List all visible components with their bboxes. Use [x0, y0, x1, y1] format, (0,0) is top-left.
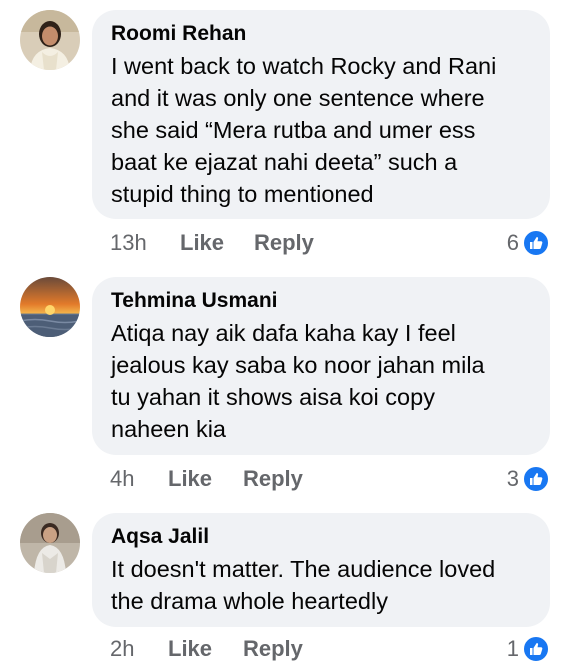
comment-text: Atiqa nay aik dafa kaha kay I feel jealo… — [111, 320, 485, 442]
thumbs-up-icon — [522, 465, 550, 493]
comment-author[interactable]: Aqsa Jalil — [111, 524, 532, 550]
reaction-summary[interactable]: 6 — [507, 226, 550, 260]
like-button[interactable]: Like — [168, 632, 243, 666]
comment-actions: 13h Like Reply — [110, 226, 314, 260]
reaction-summary[interactable]: 3 — [507, 462, 550, 496]
avatar[interactable] — [20, 10, 80, 70]
like-button[interactable]: Like — [180, 226, 254, 260]
sunset-avatar-photo — [20, 277, 80, 337]
like-button[interactable]: Like — [168, 462, 243, 496]
comment-bubble: Tehmina Usmani Atiqa nay aik dafa kaha k… — [92, 277, 550, 455]
comment-timestamp[interactable]: 13h — [110, 226, 180, 260]
reaction-count: 6 — [506, 230, 519, 255]
avatar[interactable] — [20, 513, 80, 573]
comment-text: I went back to watch Rocky and Rani and … — [111, 53, 497, 207]
comment-author[interactable]: Roomi Rehan — [111, 21, 532, 47]
reaction-count: 3 — [506, 466, 519, 491]
reaction-count: 1 — [506, 636, 519, 661]
thumbs-up-icon — [522, 229, 550, 257]
reaction-summary[interactable]: 1 — [507, 632, 550, 666]
avatar[interactable] — [20, 277, 80, 337]
woman-avatar-photo — [20, 10, 80, 70]
thumbs-up-icon — [522, 635, 550, 663]
comment-actions: 2h Like Reply — [110, 632, 303, 666]
reply-button[interactable]: Reply — [243, 462, 303, 496]
comment-timestamp[interactable]: 4h — [110, 462, 168, 496]
comment-text: It doesn't matter. The audience loved th… — [111, 556, 496, 614]
reply-button[interactable]: Reply — [243, 632, 303, 666]
girl-avatar-photo — [20, 513, 80, 573]
comment-author[interactable]: Tehmina Usmani — [111, 288, 532, 314]
comment-bubble: Roomi Rehan I went back to watch Rocky a… — [92, 10, 550, 219]
comment-actions: 4h Like Reply — [110, 462, 303, 496]
reply-button[interactable]: Reply — [254, 226, 314, 260]
comment-bubble: Aqsa Jalil It doesn't matter. The audien… — [92, 513, 550, 627]
comment-timestamp[interactable]: 2h — [110, 632, 168, 666]
